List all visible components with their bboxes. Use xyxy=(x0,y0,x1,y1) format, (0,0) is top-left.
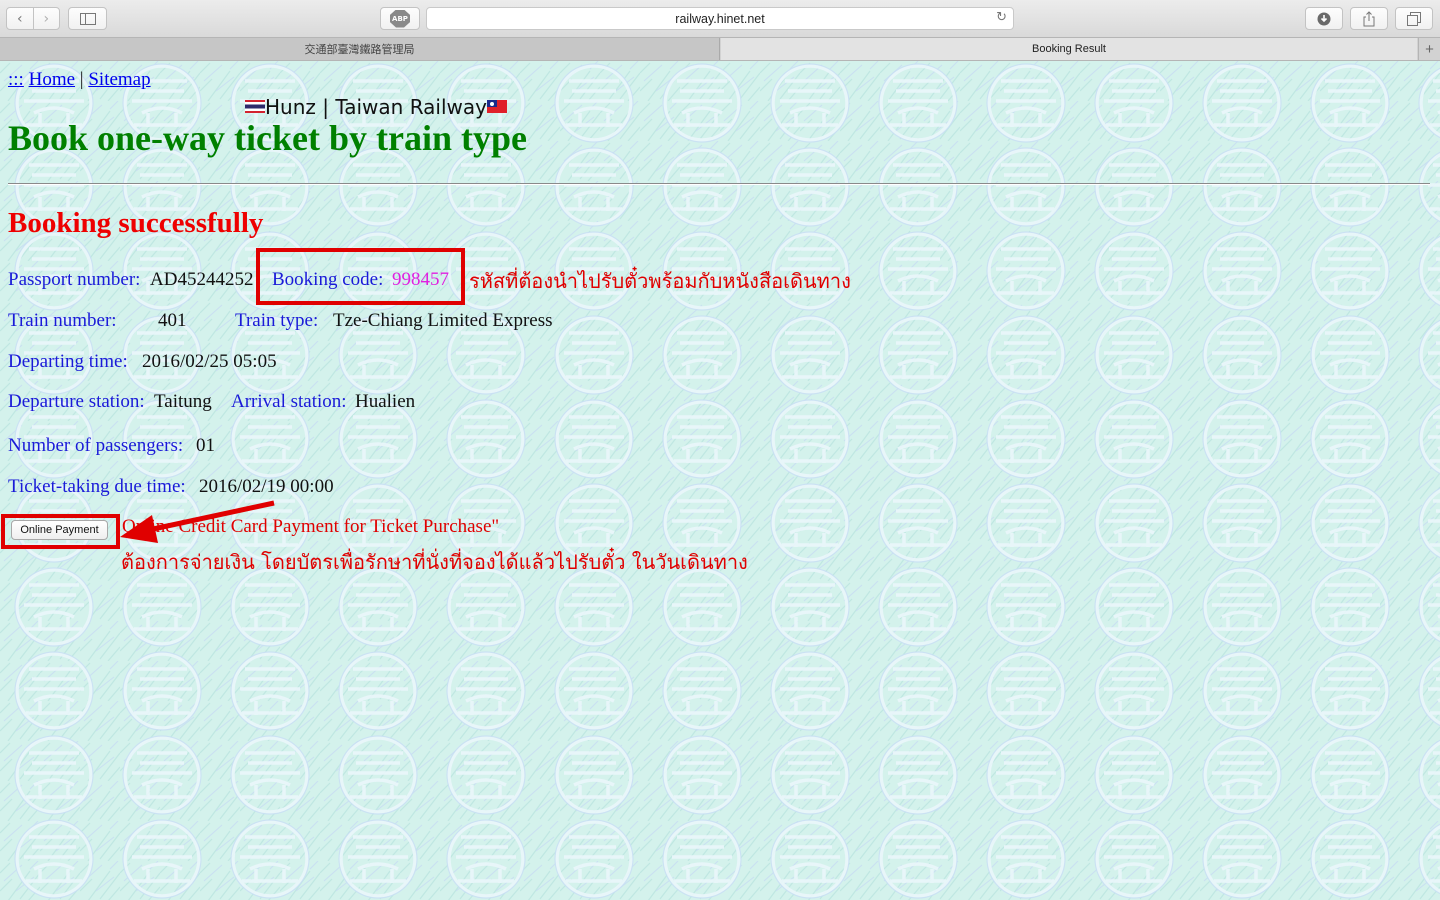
url-text: railway.hinet.net xyxy=(675,11,765,26)
tab-railway-administration[interactable]: 交通部臺灣鐵路管理局 xyxy=(0,38,720,60)
sidebar-toggle-icon[interactable] xyxy=(68,7,107,30)
history-nav: ‹ › xyxy=(6,7,60,30)
payment-button-highlight xyxy=(1,514,120,549)
booking-code-highlight xyxy=(256,248,465,305)
departure-station-value: Taitung xyxy=(154,391,212,412)
sitemap-link[interactable]: Sitemap xyxy=(88,69,150,90)
watermark-caption: Hunz | Taiwan Railway xyxy=(245,95,507,119)
booking-status-heading: Booking successfully xyxy=(8,207,264,239)
departing-time-value: 2016/02/25 05:05 xyxy=(142,351,277,372)
page-title: Book one-way ticket by train type xyxy=(8,118,527,158)
train-type-label: Train type: xyxy=(235,310,319,331)
home-link[interactable]: Home xyxy=(29,69,75,90)
passengers-label: Number of passengers: xyxy=(8,435,184,456)
nav-prefix-link[interactable]: ::: xyxy=(8,69,24,90)
taiwan-flag-icon xyxy=(486,100,507,113)
downloads-icon[interactable] xyxy=(1305,7,1343,30)
passengers-value: 01 xyxy=(196,435,215,456)
reload-icon[interactable]: ↻ xyxy=(996,10,1007,25)
share-icon[interactable] xyxy=(1350,7,1388,30)
forward-icon[interactable]: › xyxy=(32,8,60,29)
train-type-value: Tze-Chiang Limited Express xyxy=(333,310,553,331)
tab-booking-result[interactable]: Booking Result xyxy=(721,38,1417,60)
divider xyxy=(8,183,1430,185)
tabs-overview-icon[interactable] xyxy=(1395,7,1433,30)
back-icon[interactable]: ‹ xyxy=(7,8,33,29)
nav-separator: | xyxy=(79,69,84,90)
payment-annotation: ต้องการจ่ายเงิน โดยบัตรเพื่อรักษาที่นั่ง… xyxy=(121,550,748,574)
train-number-value: 401 xyxy=(158,310,187,331)
arrival-station-label: Arrival station: xyxy=(231,391,347,412)
departure-station-label: Departure station: xyxy=(8,391,145,412)
due-time-value: 2016/02/19 00:00 xyxy=(199,476,334,497)
address-bar[interactable]: railway.hinet.net ↻ xyxy=(426,7,1014,30)
passport-value: AD45244252 xyxy=(150,269,254,290)
top-navigation: ::: Home | Sitemap xyxy=(8,69,151,91)
new-tab-button[interactable]: + xyxy=(1418,38,1440,60)
train-number-label: Train number: xyxy=(8,310,117,331)
browser-toolbar: ‹ › ABP railway.hinet.net ↻ xyxy=(0,0,1440,38)
adblock-button[interactable]: ABP xyxy=(380,7,420,30)
thailand-flag-icon xyxy=(245,100,265,113)
arrival-station-value: Hualien xyxy=(355,391,416,412)
passport-label: Passport number: xyxy=(8,269,141,290)
tab-bar: 交通部臺灣鐵路管理局 Booking Result + xyxy=(0,38,1440,61)
departing-time-label: Departing time: xyxy=(8,351,128,372)
booking-code-annotation: รหัสที่ต้องนำไปรับตั๋วพร้อมกับหนังสือเดิ… xyxy=(469,269,851,293)
adblock-icon: ABP xyxy=(390,9,410,28)
due-time-label: Ticket-taking due time: xyxy=(8,476,186,497)
page-content: ::: Home | Sitemap Hunz | Taiwan Railway… xyxy=(0,61,1440,900)
watermark-text: Hunz | Taiwan Railway xyxy=(265,95,487,119)
